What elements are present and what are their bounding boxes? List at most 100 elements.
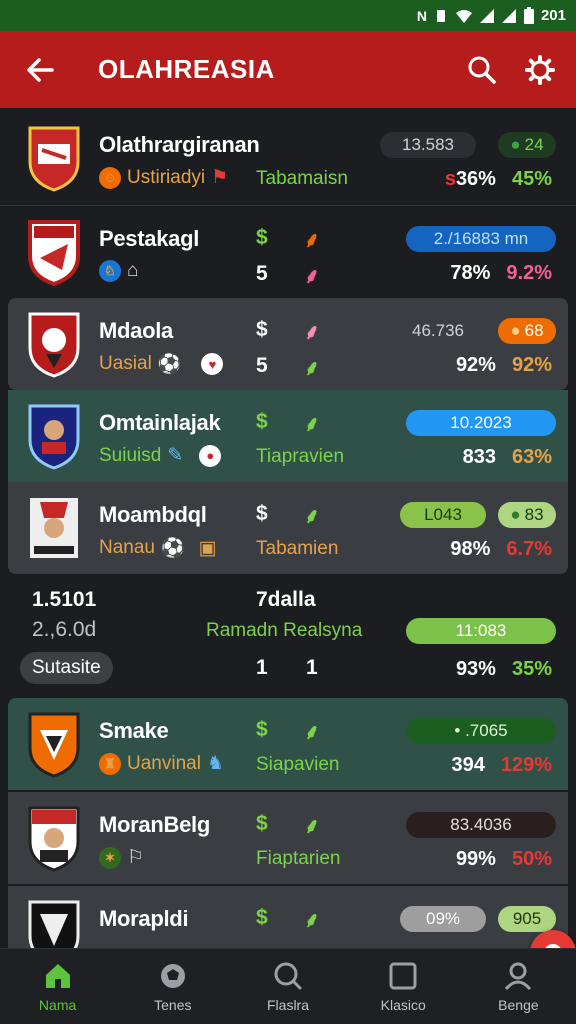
- nav-label: Tenes: [154, 996, 192, 1013]
- team-venue: Fiaptarien: [256, 848, 341, 869]
- team-name: Morapldi: [99, 906, 189, 931]
- home-icon: [45, 963, 70, 988]
- coin-icon: ♜: [99, 752, 121, 775]
- percent-1: 78%: [450, 262, 491, 284]
- back-button[interactable]: [10, 40, 70, 100]
- search-icon: [468, 56, 496, 84]
- percent-2: 6.7%: [506, 538, 552, 560]
- summary-percent-1: 93%: [455, 658, 496, 680]
- summary-left-top: 1.5101: [32, 588, 97, 611]
- percent-1: 98%: [450, 538, 491, 560]
- count-badge: ● 24: [498, 132, 556, 158]
- list-item[interactable]: Smake ♜ Uanvinal ♞ $ ⸙ Siapavien • .7065…: [8, 698, 568, 790]
- count-badge-value: 24: [524, 135, 544, 154]
- percent-group: 833 63%: [463, 446, 552, 469]
- nfc-icon: N: [416, 7, 427, 24]
- drop-icon: ⸙: [304, 321, 320, 344]
- status-chip[interactable]: Sutasite: [20, 652, 113, 684]
- team-crest-icon: [28, 312, 80, 378]
- team-sub: ✶ ⚐: [99, 846, 144, 869]
- arrow-left-icon: [27, 57, 54, 82]
- percent-2: 63%: [511, 446, 552, 468]
- list-item[interactable]: MoranBelg ✶ ⚐ $ ⸙ Fiaptarien 83.4036 99%…: [8, 792, 568, 884]
- list-item[interactable]: Omtainlajak Suiuisd ✎ ● $ ⸙ Tiapravien 1…: [8, 390, 568, 482]
- list-item[interactable]: Olathrargiranan ☺ Ustiriadyi ⚑ Tabamaisn…: [0, 112, 576, 204]
- list-item[interactable]: Morapldi $ ⸙ 09% 905: [8, 886, 568, 948]
- team-crest-icon: [28, 712, 80, 778]
- drop-icon: ⸙: [304, 505, 320, 528]
- percent-1: 99%: [455, 848, 496, 870]
- vibrate-icon: [436, 9, 445, 22]
- team-subtitle: Nanau: [99, 537, 155, 558]
- percent-1: 833: [462, 446, 496, 468]
- team-name: Smake: [99, 718, 169, 743]
- value-pill: L043: [400, 502, 486, 528]
- nav-item-teams[interactable]: Tenes: [115, 949, 230, 1024]
- team-name: Moambdql: [99, 502, 207, 527]
- team-crest-icon: [28, 220, 80, 286]
- team-crest-icon: [28, 126, 80, 192]
- ball-icon: ⚽: [157, 354, 182, 375]
- team-name: MoranBelg: [99, 812, 210, 837]
- value-pill: 09%: [400, 906, 486, 932]
- nav-label: Klasico: [380, 996, 426, 1013]
- currency-icon: $: [256, 502, 268, 525]
- nav-label: Benge: [498, 996, 539, 1013]
- team-list: Olathrargiranan ☺ Ustiriadyi ⚑ Tabamaisn…: [0, 112, 576, 948]
- drop-icon: ⸙: [304, 909, 320, 932]
- team-venue: Tabamaisn: [256, 168, 348, 189]
- percent-2: 9.2%: [506, 262, 552, 284]
- team-crest-icon: [28, 900, 80, 948]
- drop-icon: ⸙: [304, 357, 320, 380]
- list-item[interactable]: Mdaola Uasial ⚽ ♥ $ ⸙ 5 ⸙ 46.736 ● 68 92%…: [8, 298, 568, 390]
- percent-1: 92%: [455, 354, 496, 376]
- crest-small-icon: ♞: [206, 753, 224, 774]
- profile-icon: [505, 962, 532, 990]
- team-subtitle: Ustiriadyi: [127, 166, 206, 188]
- team-sub: Uasial ⚽ ♥: [99, 352, 224, 376]
- nav-item-profile[interactable]: Benge: [461, 949, 576, 1024]
- nav-item-search[interactable]: Flaslra: [230, 949, 345, 1024]
- currency-icon: $: [256, 318, 268, 341]
- currency-icon: $: [256, 906, 268, 929]
- team-sub: ☺ Ustiriadyi ⚑: [99, 166, 228, 189]
- heart-icon: ♥: [201, 353, 224, 375]
- nav-item-standings[interactable]: Klasico: [346, 949, 461, 1024]
- list-item[interactable]: Moambdql Nanau ⚽ ▣ $ ⸙ Tabamien L043 ● 83…: [8, 482, 568, 574]
- currency-icon: $: [256, 410, 268, 433]
- percent-group: 78% 9.2%: [450, 262, 552, 285]
- percent-group: 92% 92%: [456, 354, 552, 377]
- team-subtitle: Uanvinal: [127, 752, 201, 774]
- search-button[interactable]: [460, 48, 504, 92]
- team-subtitle: Uasial: [99, 353, 152, 374]
- team-crest-icon: [28, 404, 80, 470]
- count-badge: ● 83: [498, 502, 556, 528]
- team-name: Pestakagl: [99, 226, 200, 251]
- currency-icon: $: [256, 812, 268, 835]
- nav-item-home[interactable]: Nama: [0, 949, 115, 1024]
- ball-icon: ●: [199, 444, 222, 467]
- value-pill: 46.736: [412, 321, 464, 340]
- summary-num-2: 1: [306, 656, 318, 679]
- percent-2: 129%: [500, 754, 552, 776]
- flag-icon: ⚐: [127, 847, 145, 868]
- ball-icon: [160, 963, 185, 988]
- list-item[interactable]: Pestakagl ♘ ⌂ $ ⸙ 5 ⸙ 2./16883 mn 78% 9.…: [0, 206, 576, 298]
- team-crest-icon: [28, 806, 80, 872]
- gear-icon: [525, 54, 555, 85]
- app-bar: OLAHREASIA: [0, 31, 576, 108]
- team-name: Olathrargiranan: [99, 132, 260, 157]
- percent-2: 45%: [511, 168, 552, 190]
- percent-2: 50%: [511, 848, 552, 870]
- currency-icon: $: [256, 718, 268, 741]
- star-icon: ✶: [99, 846, 121, 869]
- settings-button[interactable]: [518, 48, 562, 92]
- square-icon: [389, 962, 417, 989]
- percent-group: 98% 6.7%: [450, 538, 552, 561]
- status-bar: N 201: [0, 0, 576, 31]
- battery-icon: [523, 6, 534, 24]
- nav-label: Nama: [38, 996, 77, 1013]
- team-name: Omtainlajak: [99, 410, 221, 435]
- badge-icon: ⚑: [211, 167, 229, 188]
- percent-group: 99% 50%: [456, 848, 552, 871]
